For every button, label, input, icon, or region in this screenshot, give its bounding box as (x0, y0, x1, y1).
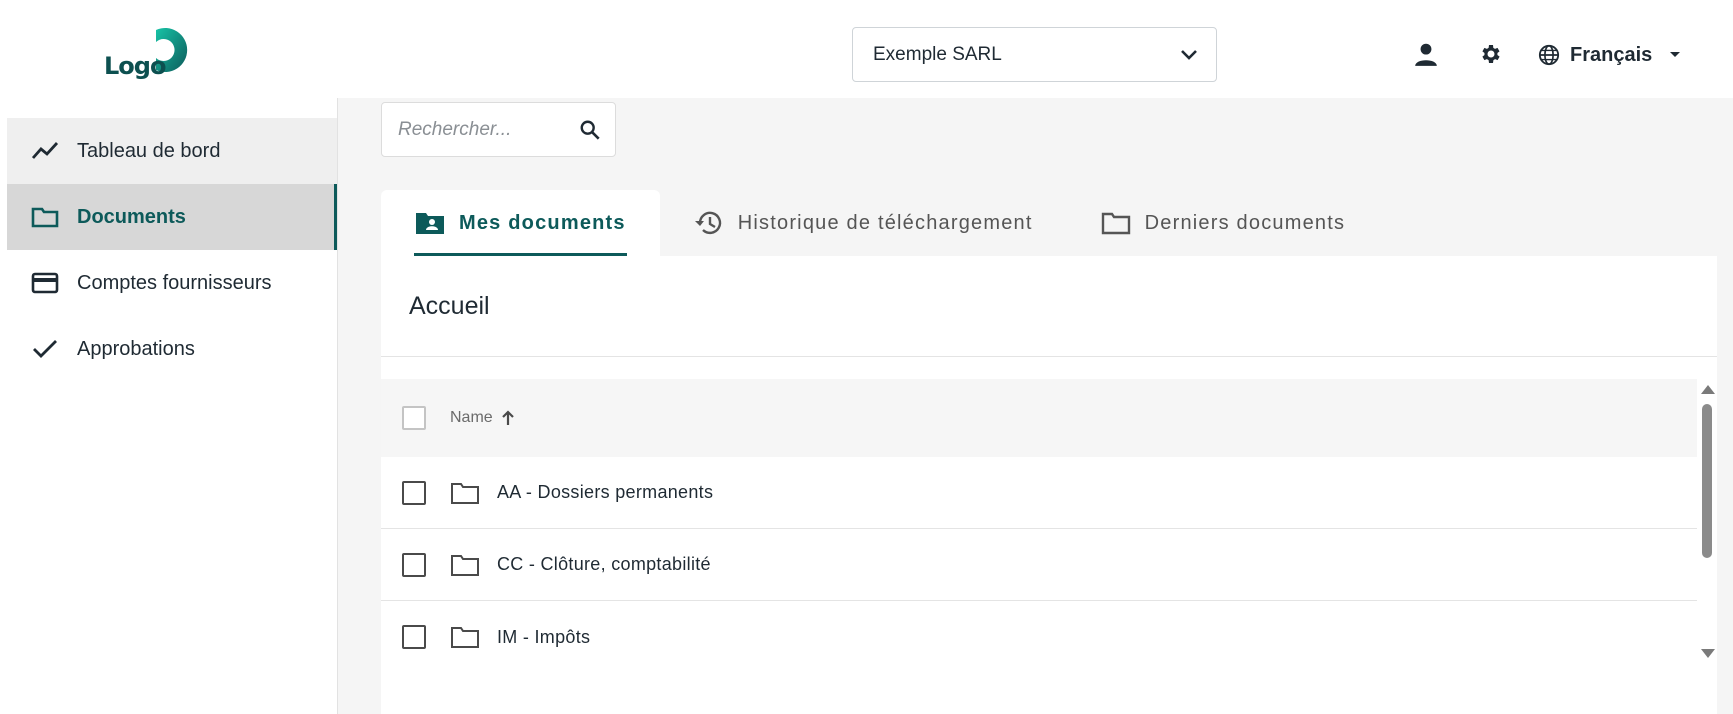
sidebar-item-documents[interactable]: Documents (7, 184, 337, 250)
tab-bar: Mes documents Historique de téléchargeme… (381, 190, 1379, 256)
trending-line-icon (31, 142, 59, 159)
checkmark-icon (33, 340, 57, 358)
row-label: CC - Clôture, comptabilité (497, 554, 711, 574)
globe-icon (1538, 44, 1560, 66)
documents-panel: Accueil Name AA - Dossiers permanents CC… (381, 256, 1717, 714)
tab-historique-de-telechargement[interactable]: Historique de téléchargement (660, 190, 1067, 256)
table-row[interactable]: IM - Impôts (381, 601, 1697, 673)
table-header: Name (381, 379, 1697, 457)
vertical-scrollbar[interactable] (1697, 379, 1717, 659)
scroll-up-arrow[interactable] (1701, 385, 1715, 394)
tab-label: Mes documents (459, 211, 626, 234)
chevron-down-icon (1181, 49, 1197, 60)
user-icon[interactable] (1412, 40, 1440, 68)
row-checkbox[interactable] (402, 480, 426, 505)
search-icon[interactable] (579, 119, 601, 141)
credit-card-icon (31, 272, 59, 294)
logo-text: Logo (104, 52, 166, 80)
logo[interactable]: Logo (102, 22, 202, 82)
table-row[interactable]: CC - Clôture, comptabilité (381, 529, 1697, 601)
folder-icon (31, 207, 59, 228)
scrollbar-thumb[interactable] (1702, 404, 1712, 558)
app-header: Logo Exemple SARL Français (0, 0, 1733, 98)
tab-mes-documents[interactable]: Mes documents (381, 190, 660, 256)
company-select-value: Exemple SARL (873, 43, 1002, 65)
sidebar-item-label: Tableau de bord (77, 139, 221, 162)
column-header-name[interactable]: Name (450, 409, 515, 427)
tab-label: Historique de téléchargement (737, 211, 1033, 234)
tab-derniers-documents[interactable]: Derniers documents (1067, 190, 1380, 256)
column-header-label: Name (450, 409, 493, 426)
folder-icon (450, 625, 480, 649)
sidebar-item-label: Comptes fournisseurs (77, 271, 272, 294)
tab-label: Derniers documents (1144, 211, 1346, 234)
search-input[interactable] (398, 118, 568, 141)
language-selector[interactable]: Français (1538, 40, 1682, 70)
folder-shared-icon (416, 213, 444, 234)
sidebar-item-label: Documents (77, 205, 186, 228)
row-checkbox[interactable] (402, 552, 426, 577)
folder-icon (450, 481, 480, 505)
table-row[interactable]: AA - Dossiers permanents (381, 457, 1697, 529)
sidebar-item-approbations[interactable]: Approbations (7, 316, 337, 382)
row-label: IM - Impôts (497, 626, 591, 647)
divider (381, 356, 1717, 357)
sidebar-item-comptes-fournisseurs[interactable]: Comptes fournisseurs (7, 250, 337, 316)
breadcrumb[interactable]: Accueil (409, 292, 490, 321)
sidebar-item-label: Approbations (77, 337, 195, 360)
company-select[interactable]: Exemple SARL (852, 27, 1217, 82)
row-label: AA - Dossiers permanents (497, 482, 714, 502)
search-box (381, 102, 616, 157)
sort-ascending-icon (501, 410, 514, 425)
sidebar-item-tableau-de-bord[interactable]: Tableau de bord (7, 118, 337, 184)
folder-icon (1101, 212, 1130, 235)
history-icon (694, 211, 721, 235)
gear-icon[interactable] (1477, 40, 1505, 68)
folder-icon (450, 553, 480, 577)
select-all-checkbox[interactable] (402, 406, 426, 430)
language-label: Français (1570, 43, 1653, 66)
caret-down-icon (1670, 52, 1681, 57)
scroll-down-arrow[interactable] (1701, 649, 1715, 658)
row-checkbox[interactable] (402, 625, 426, 649)
sidebar: Tableau de bord Documents Comptes fourni… (0, 98, 338, 714)
